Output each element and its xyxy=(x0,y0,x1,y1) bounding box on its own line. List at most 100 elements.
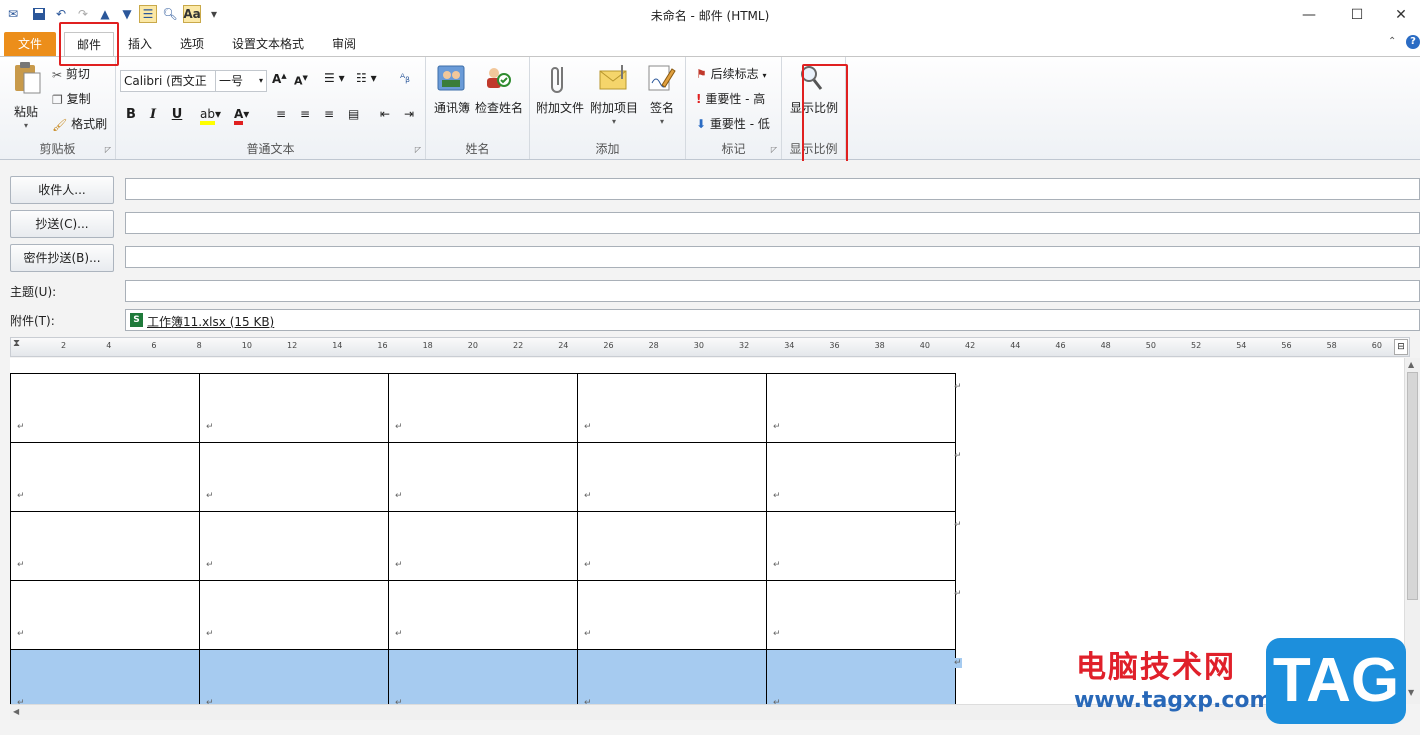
view-ruler-icon[interactable]: ⊟ xyxy=(1394,339,1408,355)
table-row[interactable]: ↵ ↵ ↵ ↵ ↵ xyxy=(10,373,956,443)
table-cell[interactable]: ↵ xyxy=(10,373,200,443)
cc-field[interactable] xyxy=(125,212,1420,234)
watermark-cn: 电脑技术网 xyxy=(1076,650,1236,685)
table-cell[interactable]: ↵ xyxy=(10,649,200,704)
down-arrow-icon: ⬇ xyxy=(696,117,707,131)
attach-file-button[interactable]: 附加文件 xyxy=(534,57,586,137)
table-cell[interactable]: ↵ xyxy=(766,580,956,650)
maximize-icon[interactable]: ☐ xyxy=(1334,0,1380,30)
table-cell[interactable]: ↵ xyxy=(577,511,767,581)
table-cell[interactable]: ↵ xyxy=(10,442,200,512)
table-cell[interactable]: ↵ xyxy=(388,511,578,581)
font-color-icon[interactable]: A▾ xyxy=(234,107,249,125)
font-size-combo[interactable]: 一号 ▾ xyxy=(215,70,267,92)
table-cell[interactable]: ↵ xyxy=(577,649,767,704)
cut-button[interactable]: ✂ 剪切 xyxy=(52,65,90,82)
table-cell[interactable]: ↵ xyxy=(577,580,767,650)
bullets-icon[interactable]: ☰ ▾ xyxy=(324,71,345,85)
table-row[interactable]: ↵ ↵ ↵ ↵ ↵ xyxy=(10,580,956,650)
indent-marker-icon[interactable]: ⧗ xyxy=(13,338,20,349)
body-table[interactable]: ↵ ↵ ↵ ↵ ↵ ↵ ↵ ↵ ↵ ↵ ↵ ↵ ↵ ↵ ↵ ↵ ↵ ↵ ↵ ↵ ↵ ↵ ↵ ↵ ↵ xyxy=(10,373,956,704)
dialog-launcher-icon[interactable]: ◸ xyxy=(771,145,777,154)
font-name-combo[interactable]: Calibri (西文正 xyxy=(120,70,216,92)
table-cell[interactable]: ↵ xyxy=(577,442,767,512)
grow-font-icon[interactable]: A▲ xyxy=(272,72,287,86)
subject-input[interactable] xyxy=(125,280,1420,302)
bcc-field[interactable] xyxy=(125,246,1420,268)
bcc-button[interactable]: 密件抄送(B)... xyxy=(10,244,114,272)
table-cell[interactable]: ↵ xyxy=(766,649,956,704)
scroll-up-icon[interactable]: ▲ xyxy=(1408,360,1414,369)
tab-options[interactable]: 选项 xyxy=(172,32,212,56)
to-field[interactable] xyxy=(125,178,1420,200)
align-right-icon[interactable]: ≡ xyxy=(324,107,334,121)
numbering-icon[interactable]: ☷ ▾ xyxy=(356,71,377,85)
ruler[interactable]: ⧗ 2 4 6 8 10 12 14 16 18 20 22 24 26 28 30 32 34 36 38 40 42… xyxy=(10,337,1410,357)
copy-button[interactable]: ❐ 复制 xyxy=(52,90,91,107)
collapse-ribbon-icon[interactable]: ⌃ xyxy=(1388,36,1396,47)
vertical-scrollbar[interactable]: ▲ ▼ xyxy=(1404,358,1420,704)
ruler-tick-label: 6 xyxy=(151,341,157,350)
table-cell[interactable]: ↵ xyxy=(388,373,578,443)
increase-indent-icon[interactable]: ⇥ xyxy=(404,107,414,121)
ruler-tick-label: 2 xyxy=(61,341,67,350)
low-importance-button[interactable]: ⬇ 重要性 - 低 xyxy=(696,115,770,132)
format-painter-button[interactable]: 🖌︎ 格式刷 xyxy=(52,115,107,132)
table-row[interactable]: ↵ ↵ ↵ ↵ ↵ xyxy=(10,511,956,581)
dialog-launcher-icon[interactable]: ◸ xyxy=(415,145,421,154)
address-book-button[interactable]: 通讯簿 xyxy=(428,57,476,137)
ruler-tick-label: 28 xyxy=(648,341,659,350)
signature-button[interactable]: 签名 ▾ xyxy=(642,57,682,137)
table-cell[interactable]: ↵ xyxy=(388,580,578,650)
decrease-indent-icon[interactable]: ⇤ xyxy=(380,107,390,121)
highlight-icon[interactable]: ab▾ xyxy=(200,107,221,125)
clear-format-icon[interactable]: ᴬᵦ xyxy=(400,71,410,85)
table-cell[interactable]: ↵ xyxy=(199,580,389,650)
scroll-left-icon[interactable]: ◀ xyxy=(13,707,19,716)
minimize-icon[interactable]: — xyxy=(1286,0,1332,30)
align-center-icon[interactable]: ≡ xyxy=(300,107,310,121)
table-row[interactable]: ↵ ↵ ↵ ↵ ↵ xyxy=(10,442,956,512)
check-names-button[interactable]: 检查姓名 xyxy=(474,57,524,137)
table-cell[interactable]: ↵ xyxy=(199,649,389,704)
underline-button[interactable]: U xyxy=(168,105,186,125)
tab-format-text[interactable]: 设置文本格式 xyxy=(224,32,312,56)
paste-button[interactable]: 粘贴 ▾ xyxy=(8,61,46,131)
shrink-font-icon[interactable]: A▼ xyxy=(294,74,308,88)
help-icon[interactable]: ? xyxy=(1406,35,1420,49)
attachment-link[interactable]: 工作簿11.xlsx (15 KB) xyxy=(147,313,274,330)
attach-item-button[interactable]: 附加项目 ▾ xyxy=(586,57,642,137)
tab-review[interactable]: 审阅 xyxy=(324,32,364,56)
table-cell[interactable]: ↵ xyxy=(10,580,200,650)
tab-file[interactable]: 文件 xyxy=(4,32,56,56)
bold-button[interactable]: B xyxy=(122,105,140,125)
to-button[interactable]: 收件人... xyxy=(10,176,114,204)
high-importance-button[interactable]: ! 重要性 - 高 xyxy=(696,90,765,107)
table-cell[interactable]: ↵ xyxy=(577,373,767,443)
row-end-mark: ↵ xyxy=(954,589,962,599)
table-row[interactable]: ↵ ↵ ↵ ↵ ↵ xyxy=(10,649,956,704)
table-cell[interactable]: ↵ xyxy=(199,511,389,581)
justify-icon[interactable]: ▤ xyxy=(348,107,359,121)
scissors-icon: ✂ xyxy=(52,67,63,82)
table-cell[interactable]: ↵ xyxy=(766,373,956,443)
table-cell[interactable]: ↵ xyxy=(766,511,956,581)
tab-insert[interactable]: 插入 xyxy=(120,32,160,56)
close-icon[interactable]: ✕ xyxy=(1378,0,1420,30)
cc-button[interactable]: 抄送(C)... xyxy=(10,210,114,238)
table-cell[interactable]: ↵ xyxy=(766,442,956,512)
follow-up-button[interactable]: ⚑ 后续标志 ▾ xyxy=(696,65,766,82)
table-cell[interactable]: ↵ xyxy=(10,511,200,581)
italic-button[interactable]: I xyxy=(144,105,162,125)
scroll-thumb[interactable] xyxy=(1407,372,1418,600)
scroll-down-icon[interactable]: ▼ xyxy=(1408,688,1414,697)
table-cell[interactable]: ↵ xyxy=(199,442,389,512)
ruler-tick-label: 52 xyxy=(1191,341,1202,350)
table-cell[interactable]: ↵ xyxy=(388,442,578,512)
table-cell[interactable]: ↵ xyxy=(388,649,578,704)
dialog-launcher-icon[interactable]: ◸ xyxy=(105,145,111,154)
dropdown-arrow-icon: ▾ xyxy=(611,117,616,126)
table-cell[interactable]: ↵ xyxy=(199,373,389,443)
align-left-icon[interactable]: ≡ xyxy=(276,107,286,121)
ruler-tick-label: 26 xyxy=(603,341,614,350)
